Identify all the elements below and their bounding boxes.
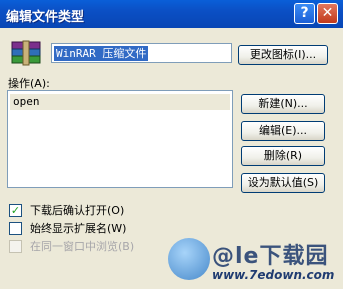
title-bar[interactable]: 编辑文件类型 ? ✕	[0, 0, 343, 28]
change-icon-button[interactable]: 更改图标(I)...	[238, 45, 328, 65]
watermark-title: @le下载园	[212, 244, 329, 269]
checkbox-checked[interactable]: ✓	[9, 204, 22, 217]
checkbox-label: 下载后确认打开(O)	[30, 204, 125, 217]
watermark-url: www.7edown.com	[212, 268, 335, 282]
file-type-name-field[interactable]: WinRAR 压缩文件	[51, 43, 232, 63]
checkbox-label: 在同一窗口中浏览(B)	[30, 240, 135, 253]
winrar-archive-icon	[10, 40, 42, 66]
close-icon[interactable]: ✕	[317, 3, 338, 24]
edit-action-button[interactable]: 编辑(E)...	[241, 121, 325, 141]
site-watermark: @le下载园 www.7edown.com	[168, 238, 338, 286]
checkbox-disabled	[9, 240, 22, 253]
checkbox-unchecked[interactable]	[9, 222, 22, 235]
file-type-name-value: WinRAR 压缩文件	[54, 46, 149, 61]
delete-action-button[interactable]: 删除(R)	[241, 146, 325, 166]
watermark-logo-icon	[168, 238, 210, 280]
actions-list[interactable]: open	[7, 90, 233, 188]
new-action-button[interactable]: 新建(N)...	[241, 94, 325, 114]
window-title: 编辑文件类型	[6, 10, 85, 25]
checkbox-label: 始终显示扩展名(W)	[30, 222, 127, 235]
actions-label: 操作(A):	[8, 77, 50, 90]
set-default-button[interactable]: 设为默认值(S)	[241, 173, 325, 193]
help-icon[interactable]: ?	[294, 3, 315, 24]
list-item[interactable]: open	[10, 94, 230, 110]
